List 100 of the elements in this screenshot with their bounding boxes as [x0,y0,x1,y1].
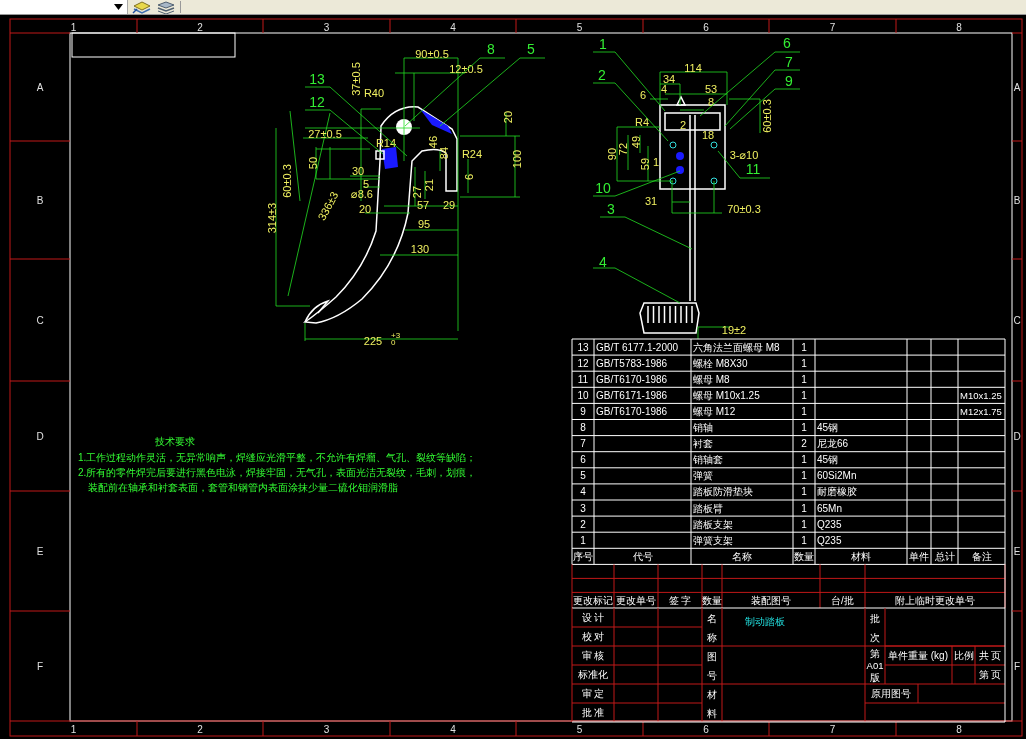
drawing-title: 制动踏板 [745,615,785,627]
table-cell: 12 [577,357,589,369]
table-cell: 45钢 [817,422,839,434]
zone-label: B [36,194,44,206]
signoff-label: 审 定 [581,688,605,699]
caret-icon [114,4,123,10]
layer-dropdown[interactable] [0,0,128,14]
dimension-label: 6 [463,173,475,181]
table-cell: 5 [580,470,586,482]
dimension-label: 6 [639,89,647,101]
dimension-label: 34 [662,73,676,85]
dimension-label: R4 [634,116,650,128]
zone-label: C [36,314,44,326]
table-cell: GB/T6170-1986 [596,373,668,385]
dimension-label: 60±0.3 [281,164,293,198]
zone-label: F [36,660,44,672]
dimension-label: 100 [511,149,523,169]
dimension-label: 95 [417,218,431,230]
dimension-label: 314±3 [266,202,278,234]
dimension-label: 31 [644,195,658,207]
field-label: 批次 [870,612,880,643]
zone-label: 1 [70,21,77,33]
signoff-label: 设 计 [581,612,605,623]
column-header: 台/批 [831,594,854,606]
zone-label: D [1013,430,1021,442]
dimension-label: 18 [701,129,715,141]
column-header: 备注 [971,550,992,562]
table-cell: 衬套 [693,438,713,450]
table-cell: 六角法兰面螺母 M8 [693,341,780,353]
dimension-label: 70±0.3 [727,203,761,215]
table-cell: 螺栓 M8X30 [693,357,748,369]
signoff-label: 审 核 [581,650,605,661]
dimension-label: 225 [363,335,383,347]
part-number-label: 13 [309,71,325,87]
table-cell: 销轴 [693,422,713,434]
table-cell: GB/T6170-1986 [596,405,668,417]
field-label: 单件重量 (kg) [888,650,948,661]
table-cell: 7 [580,438,586,450]
table-cell: 踏板支架 [693,518,733,530]
column-header: 数量 [702,594,722,606]
table-cell: 1 [801,470,807,482]
dimension-label: 59 [639,157,651,171]
dimension-label: 12±0.5 [449,63,483,75]
table-cell: 弹簧 [693,470,713,482]
layers-icon[interactable] [156,0,176,14]
column-header: 装配图号 [751,594,791,606]
field-label: 图号 [707,650,717,681]
table-cell: 螺母 M10x1.25 [693,389,760,401]
requirement-text: 2.所有的零件焊完后要进行黑色电泳，焊接牢固，无气孔，表面光洁无裂纹，毛刺，划痕， [78,466,477,478]
zone-label: F [1013,660,1021,672]
field-label: 共 页 [978,650,1002,661]
table-cell: 1 [801,534,807,546]
requirements-title: 技术要求 [155,435,195,447]
dimension-label: 46 [427,135,439,149]
table-cell: 螺母 M8 [693,373,730,385]
column-header: 总计 [934,550,955,562]
zone-label: D [36,430,44,442]
leader-line [717,150,771,179]
table-cell: 1 [801,502,807,514]
table-cell: 1 [580,534,586,546]
part-number-label: 6 [783,35,791,51]
tolerance-label: +3 [391,330,401,340]
table-cell: 螺母 M12 [693,405,736,417]
dimension-label: 2 [679,119,687,131]
zone-label: 8 [956,723,962,735]
part-number-label: 10 [595,180,611,196]
table-cell: 8 [580,422,586,434]
dimension-label: 20 [502,110,514,124]
table-cell: 9 [580,405,586,417]
dimension-label: 1 [652,156,660,168]
table-cell: 2 [580,518,586,530]
dimension-label: 49 [630,135,642,149]
zone-label: 8 [956,21,962,33]
table-cell: 1 [801,405,807,417]
column-header: 更改标记 [573,594,613,606]
table-cell: 踏板臂 [693,502,723,514]
zone-label: 5 [576,723,583,735]
dimension-label: 27 [411,185,423,199]
zone-label: B [1013,194,1021,206]
table-cell: GB/T6171-1986 [596,389,668,401]
dimension-label: 29 [442,199,456,211]
zone-label: A [1013,81,1021,93]
requirement-text: 1.工作过程动作灵活，无异常响声，焊缝应光滑平整，不允许有焊瘤、气孔、裂纹等缺陷； [78,451,477,463]
table-cell: 尼龙66 [817,438,849,450]
dimension-label: ⌀8.6 [351,188,373,200]
signoff-label: 标准化 [578,669,608,680]
field-label: 比例 [953,650,974,661]
zone-label: 5 [576,21,583,33]
layers-icon[interactable] [132,0,152,14]
field-label: 原用图号 [871,688,911,699]
dimension-label: 4 [660,83,668,95]
table-cell: GB/T 6177.1-2000 [596,341,679,353]
field-label: 版 [870,671,880,683]
dimension-label: 27±0.5 [308,128,342,140]
table-cell: 13 [577,341,589,353]
table-cell: 1 [801,422,807,434]
field-label: 第 页 [978,669,1002,680]
table-cell: M10x1.25 [960,389,1002,401]
tolerance-label: 0 [391,337,396,347]
zone-label: 3 [323,723,330,735]
